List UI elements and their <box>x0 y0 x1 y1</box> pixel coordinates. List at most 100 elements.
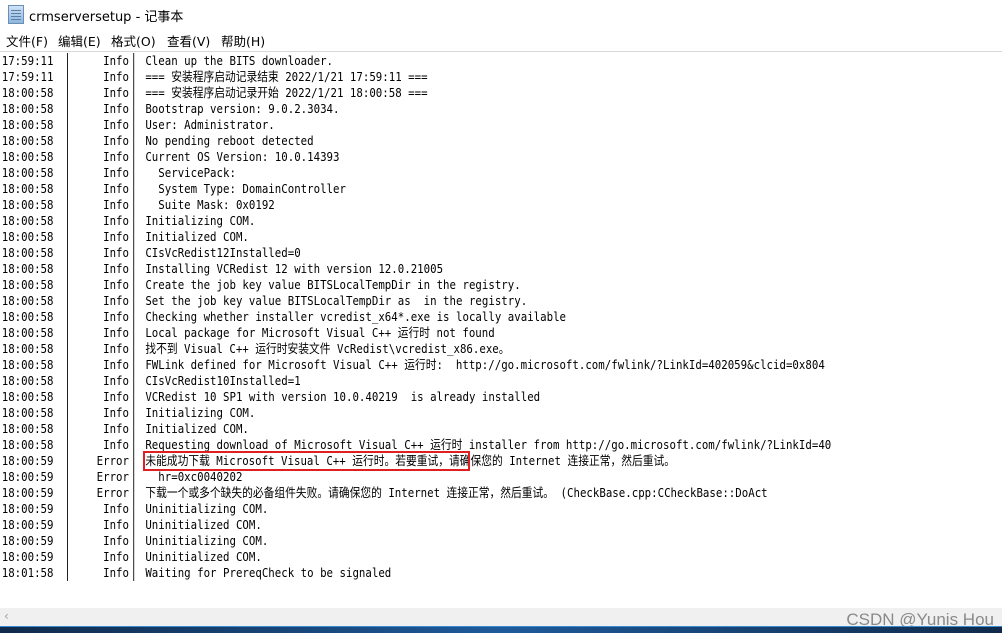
log-time: 18:00:58 <box>1 437 54 452</box>
column-separator <box>133 501 135 517</box>
column-separator <box>67 357 68 373</box>
menu-edit[interactable]: 编辑(E) <box>58 31 101 50</box>
log-line: 18:00:58 Info 找不到 Visual C++ 运行时安装文件 VcRed… <box>0 341 1002 357</box>
log-time: 18:00:59 <box>1 533 54 548</box>
column-separator <box>67 421 68 437</box>
menu-file[interactable]: 文件(F) <box>6 31 48 50</box>
log-level: Info <box>103 133 129 148</box>
log-level: Info <box>103 533 129 548</box>
log-time: 18:01:58 <box>1 565 54 580</box>
log-message: Suite Mask: 0x0192 <box>145 197 275 212</box>
column-separator <box>133 85 135 101</box>
column-separator <box>133 53 135 69</box>
text-editor[interactable]: 17:59:11 Info Clean up the BITS downloader… <box>0 51 1002 609</box>
menu-help[interactable]: 帮助(H) <box>221 31 265 50</box>
column-separator <box>133 341 135 357</box>
log-line: 18:00:58 Info Initializing COM. <box>0 213 1002 229</box>
log-line: 18:00:58 Info Bootstrap version: 9.0.2.303… <box>0 101 1002 117</box>
log-level: Info <box>103 85 129 100</box>
log-message: FWLink defined for Microsoft Visual C++ … <box>145 357 825 372</box>
column-separator <box>67 277 68 293</box>
log-line: 18:00:58 Info No pending reboot detected <box>0 133 1002 149</box>
log-message: Uninitializing COM. <box>145 501 269 516</box>
log-level: Info <box>103 517 129 532</box>
column-separator <box>133 261 135 277</box>
log-line: 18:01:58 Info Waiting for PrereqCheck to b… <box>0 565 1002 581</box>
log-time: 18:00:59 <box>1 549 54 564</box>
log-message: hr=0xc0040202 <box>145 469 243 484</box>
log-line: 18:00:58 Info === 安装程序启动记录开始 2022/1/21 18:… <box>0 85 1002 101</box>
column-separator <box>133 325 135 341</box>
log-line: 18:00:58 Info Installing VCRedist 12 with … <box>0 261 1002 277</box>
column-separator <box>67 325 68 341</box>
log-level: Info <box>103 357 129 372</box>
log-time: 18:00:58 <box>1 149 54 164</box>
log-message: No pending reboot detected <box>145 133 314 148</box>
column-separator <box>133 165 135 181</box>
log-level: Info <box>103 389 129 404</box>
log-message: System Type: DomainController <box>145 181 346 196</box>
log-level: Info <box>103 325 129 340</box>
log-time: 18:00:59 <box>1 501 54 516</box>
column-separator <box>67 133 68 149</box>
log-line: 18:00:59 Error 下载一个或多个缺失的必备组件失败。请确保您的 Inte… <box>0 485 1002 501</box>
title-bar: crmserversetup - 记事本 <box>0 0 1002 28</box>
column-separator <box>133 117 135 133</box>
log-line: 18:00:58 Info Checking whether installer v… <box>0 309 1002 325</box>
log-line: 17:59:11 Info === 安装程序启动记录结束 2022/1/21 17:… <box>0 69 1002 85</box>
column-separator <box>67 197 68 213</box>
menu-format[interactable]: 格式(O) <box>111 31 156 50</box>
log-time: 18:00:58 <box>1 325 54 340</box>
column-separator <box>67 501 68 517</box>
log-message: Create the job key value BITSLocalTempDi… <box>145 277 521 292</box>
log-message: 找不到 Visual C++ 运行时安装文件 VcRedist\vcredist… <box>145 341 510 356</box>
log-time: 18:00:59 <box>1 485 54 500</box>
column-separator <box>67 149 68 165</box>
column-separator <box>67 341 68 357</box>
log-time: 18:00:58 <box>1 357 54 372</box>
column-separator <box>67 165 68 181</box>
log-message: Current OS Version: 10.0.14393 <box>145 149 340 164</box>
log-level: Info <box>103 261 129 276</box>
column-separator <box>133 69 135 85</box>
log-level: Info <box>103 501 129 516</box>
column-separator <box>133 245 135 261</box>
scroll-left-arrow-icon[interactable]: ‹ <box>4 609 9 623</box>
log-level: Info <box>103 165 129 180</box>
log-message: User: Administrator. <box>145 117 275 132</box>
column-separator <box>133 453 135 469</box>
log-message: Uninitialized COM. <box>145 549 262 564</box>
column-separator <box>133 405 135 421</box>
log-time: 18:00:58 <box>1 389 54 404</box>
log-message: Clean up the BITS downloader. <box>145 53 334 68</box>
column-separator <box>133 549 135 565</box>
log-time: 18:00:58 <box>1 181 54 196</box>
column-separator <box>133 309 135 325</box>
log-time: 17:59:11 <box>1 69 54 84</box>
log-level: Error <box>96 469 129 484</box>
column-separator <box>67 261 68 277</box>
column-separator <box>133 469 135 485</box>
log-time: 18:00:58 <box>1 341 54 356</box>
column-separator <box>133 181 135 197</box>
log-line: 18:00:58 Info CIsVcRedist12Installed=0 <box>0 245 1002 261</box>
log-line: 18:00:58 Info User: Administrator. <box>0 117 1002 133</box>
menu-view[interactable]: 查看(V) <box>167 31 210 50</box>
log-line: 18:00:58 Info CIsVcRedist10Installed=1 <box>0 373 1002 389</box>
log-level: Info <box>103 341 129 356</box>
column-separator <box>67 85 68 101</box>
log-time: 18:00:58 <box>1 309 54 324</box>
log-line: 18:00:58 Info Initialized COM. <box>0 421 1002 437</box>
log-level: Info <box>103 277 129 292</box>
log-level: Info <box>103 197 129 212</box>
log-line: 18:00:58 Info Current OS Version: 10.0.143… <box>0 149 1002 165</box>
log-time: 18:00:58 <box>1 133 54 148</box>
column-separator <box>133 533 135 549</box>
column-separator <box>133 565 135 581</box>
log-line: 18:00:58 Info VCRedist 10 SP1 with version… <box>0 389 1002 405</box>
log-message: Initializing COM. <box>145 213 256 228</box>
column-separator <box>133 277 135 293</box>
log-time: 18:00:58 <box>1 101 54 116</box>
column-separator <box>67 101 68 117</box>
log-message: Installing VCRedist 12 with version 12.0… <box>145 261 444 276</box>
